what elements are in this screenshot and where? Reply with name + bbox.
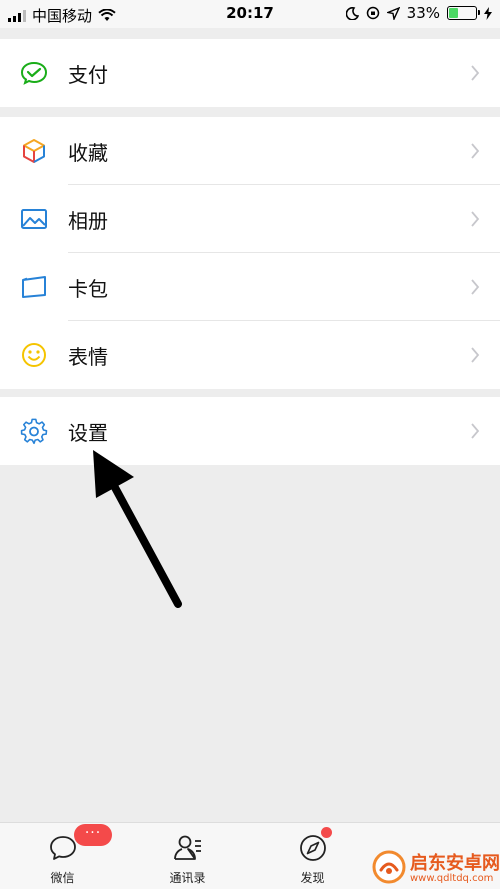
menu-item-pay[interactable]: 支付 xyxy=(0,39,500,107)
do-not-disturb-moon-icon xyxy=(345,6,359,20)
battery-level-fill xyxy=(449,8,458,18)
menu-item-label: 支付 xyxy=(68,62,108,87)
menu-group-content: 收藏 相册 卡包 表情 xyxy=(0,117,500,389)
battery-icon xyxy=(447,6,480,20)
watermark-logo-icon xyxy=(372,850,406,884)
tab-label: 通讯录 xyxy=(169,871,206,885)
chevron-right-icon xyxy=(471,143,480,159)
menu-item-label: 表情 xyxy=(68,344,108,369)
watermark-title: 启东安卓网 xyxy=(410,853,500,874)
location-arrow-icon xyxy=(386,6,400,20)
menu-item-label: 收藏 xyxy=(68,140,108,165)
menu-item-label: 相册 xyxy=(68,208,108,233)
tab-discover[interactable]: 发现 xyxy=(250,823,375,889)
orientation-lock-icon xyxy=(366,6,379,20)
card-wallet-icon xyxy=(22,276,46,298)
album-picture-icon xyxy=(21,209,47,229)
chevron-right-icon xyxy=(471,211,480,227)
menu-group-settings: 设置 xyxy=(0,397,500,465)
discover-new-dot xyxy=(321,827,332,838)
gear-icon xyxy=(20,418,48,445)
menu-item-card-wallet[interactable]: 卡包 xyxy=(0,253,500,321)
chevron-right-icon xyxy=(471,347,480,363)
tab-contacts[interactable]: 通讯录 xyxy=(125,823,250,889)
tab-label: 微信 xyxy=(50,871,75,885)
favorites-cube-icon xyxy=(23,139,45,163)
compass-icon xyxy=(299,835,326,861)
smiley-icon xyxy=(22,343,46,367)
status-bar: 中国移动 20:17 33% xyxy=(0,0,500,28)
menu-item-album[interactable]: 相册 xyxy=(0,185,500,253)
chats-unread-badge: ··· xyxy=(74,824,112,846)
menu-group-pay: 支付 xyxy=(0,39,500,107)
charging-bolt-icon xyxy=(484,6,492,20)
battery-percent: 33% xyxy=(406,4,440,22)
status-right: 33% xyxy=(345,4,492,22)
menu-item-settings[interactable]: 设置 xyxy=(0,397,500,465)
contacts-icon xyxy=(173,835,201,860)
watermark-url: www.qdltdq.com xyxy=(410,873,494,884)
watermark: 启东安卓网 www.qdltdq.com xyxy=(372,846,500,889)
tab-label: 发现 xyxy=(300,871,325,885)
menu-item-favorites[interactable]: 收藏 xyxy=(0,117,500,185)
chevron-right-icon xyxy=(471,65,480,81)
menu-item-label: 卡包 xyxy=(68,276,108,301)
wechat-pay-icon xyxy=(20,61,48,85)
menu-item-stickers[interactable]: 表情 xyxy=(0,321,500,389)
chevron-right-icon xyxy=(471,423,480,439)
chevron-right-icon xyxy=(471,279,480,295)
chat-bubble-icon xyxy=(49,836,76,860)
menu-item-label: 设置 xyxy=(68,420,108,445)
